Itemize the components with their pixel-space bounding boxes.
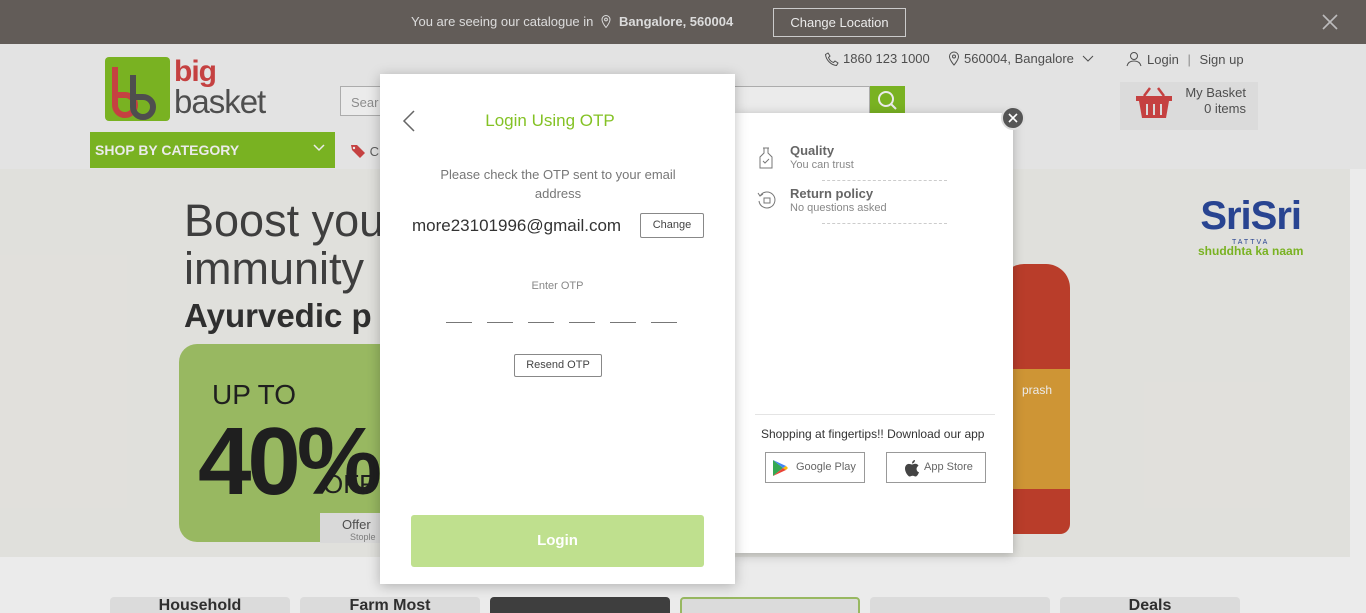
login-modal-info-panel: Quality You can trust Return policy No q… (735, 113, 1013, 553)
close-icon (1008, 113, 1018, 123)
app-store-button[interactable]: App Store (886, 452, 986, 483)
login-otp-modal: Login Using OTP Please check the OTP sen… (380, 74, 735, 584)
google-play-icon (773, 460, 788, 476)
otp-digit-input[interactable] (610, 321, 636, 323)
feature-desc: No questions asked (790, 202, 887, 214)
feature-desc: You can trust (790, 159, 854, 171)
app-store-label: App Store (924, 461, 973, 473)
otp-digit-input[interactable] (487, 321, 513, 323)
modal-title: Login Using OTP (485, 111, 615, 130)
otp-digit-input[interactable] (651, 321, 677, 323)
change-email-button[interactable]: Change (640, 213, 704, 238)
app-download-title: Shopping at fingertips!! Download our ap… (761, 427, 985, 441)
apple-icon (905, 460, 919, 477)
divider (755, 414, 995, 415)
otp-instruction: Please check the OTP sent to your email … (440, 167, 676, 201)
google-play-label: Google Play (796, 461, 856, 473)
google-play-button[interactable]: Google Play (765, 452, 865, 483)
feature-quality: Quality You can trust (759, 143, 947, 181)
divider (822, 223, 947, 224)
enter-otp-label: Enter OTP (531, 280, 584, 292)
otp-digit-input[interactable] (446, 321, 472, 323)
feature-return-policy: Return policy No questions asked (757, 186, 947, 224)
otp-digit-input[interactable] (569, 321, 595, 323)
quality-bottle-icon (759, 147, 773, 169)
feature-title: Return policy (790, 186, 874, 201)
feature-title: Quality (790, 143, 835, 158)
user-email: more23101996@gmail.com (412, 216, 622, 235)
otp-digit-input[interactable] (528, 321, 554, 323)
modal-close-button[interactable] (1001, 106, 1025, 130)
divider (822, 180, 947, 181)
return-policy-icon (757, 191, 776, 209)
resend-otp-button[interactable]: Resend OTP (514, 354, 602, 377)
login-button[interactable]: Login (411, 515, 704, 567)
